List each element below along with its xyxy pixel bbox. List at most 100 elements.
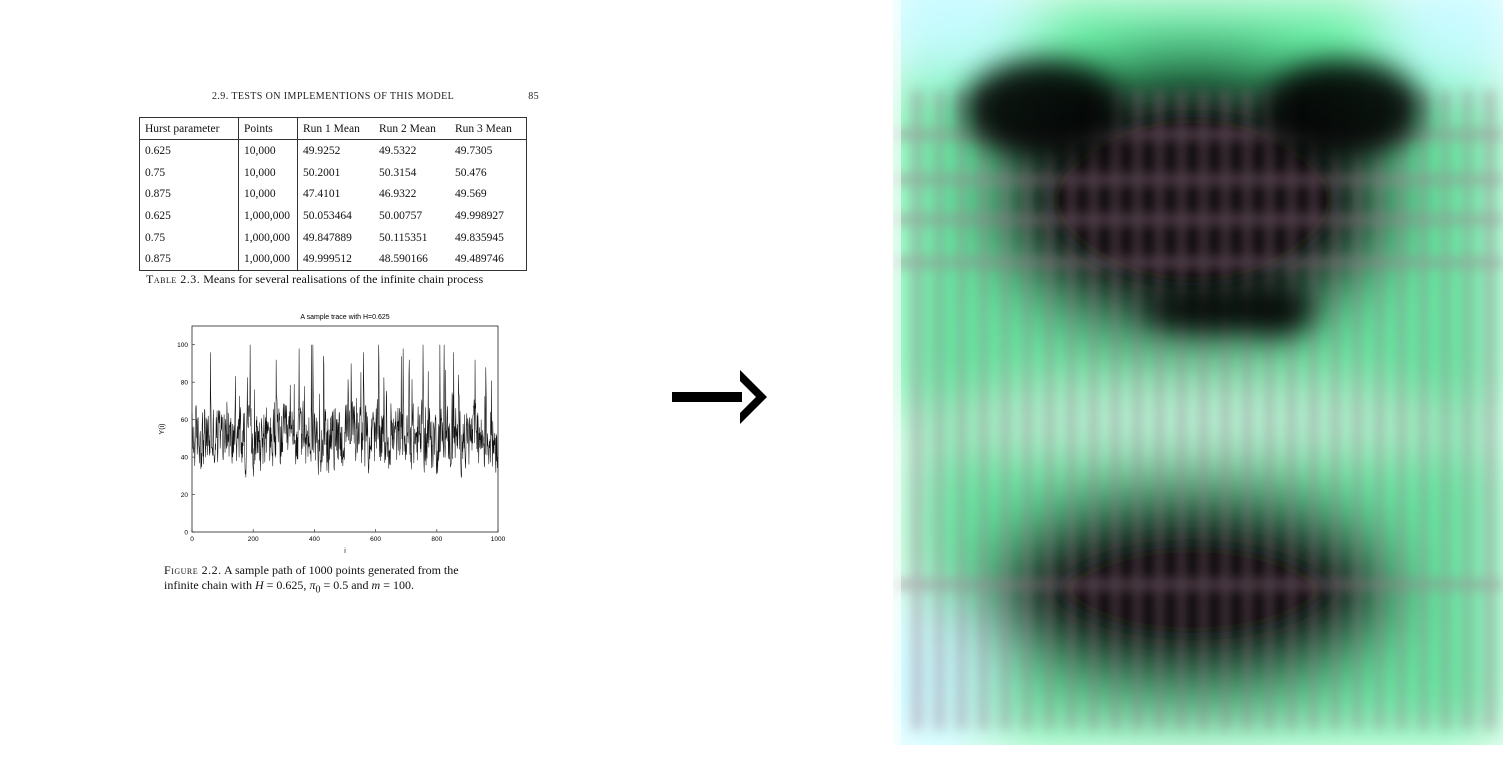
texture-stripe <box>1243 90 1252 730</box>
texture-stripe <box>1463 90 1472 730</box>
texture-band <box>893 580 1503 589</box>
table-row: 0.75 10,000 50.2001 50.3154 50.476 <box>139 161 527 184</box>
y-tick-label: 100 <box>177 342 188 349</box>
texture-stripe <box>1133 90 1142 730</box>
caption-fragment: = 100. <box>380 578 414 592</box>
figure-caption-line-2: infinite chain with H = 0.625, π0 = 0.5 … <box>164 578 509 597</box>
caption-symbol-m: m <box>371 578 381 592</box>
texture-stripe <box>1265 90 1274 730</box>
figure-caption-text-1: A sample path of 1000 points generated f… <box>223 563 459 577</box>
texture-stripe <box>935 90 944 730</box>
caption-fragment: = 0.625, <box>263 578 310 592</box>
table-cell: 1,000,000 <box>238 248 298 271</box>
table-cell: 50.476 <box>455 166 487 179</box>
texture-stripe <box>1089 90 1098 730</box>
y-tick-label: 80 <box>181 379 189 386</box>
table-cell: 1,000,000 <box>238 226 298 249</box>
caption-fragment: infinite chain with <box>164 578 255 592</box>
table-row: 0.625 10,000 49.9252 49.5322 49.7305 <box>139 139 527 162</box>
y-tick-label: 20 <box>181 492 189 499</box>
table-cell: 49.998927 <box>455 209 504 222</box>
y-tick-label: 60 <box>181 417 189 424</box>
texture-stripe <box>1397 90 1406 730</box>
right-arrow-icon <box>672 370 767 424</box>
table-cell: 49.999512 <box>303 253 352 266</box>
table-cell: 49.489746 <box>455 253 504 266</box>
texture-band <box>893 215 1503 224</box>
table-cell: 10,000 <box>238 183 298 206</box>
table-cell: 50.3154 <box>379 166 417 179</box>
texture-stripe <box>1067 90 1076 730</box>
table-cell: 49.569 <box>455 188 487 201</box>
table-cell: 49.5322 <box>379 144 417 157</box>
y-tick-label: 0 <box>184 529 188 536</box>
table-header-cell: Run 3 Mean <box>450 117 527 140</box>
texture-band <box>893 258 1503 267</box>
texture-stripe <box>1309 90 1318 730</box>
texture-stripe <box>1045 90 1054 730</box>
table-cell: 1,000,000 <box>238 205 298 227</box>
texture-stripe <box>913 90 922 730</box>
texture-stripe <box>1155 90 1164 730</box>
figure-caption-label: Figure 2.2. <box>164 563 222 577</box>
table-cell: 0.875 <box>139 183 239 206</box>
texture-stripe <box>979 90 988 730</box>
texture-stripe <box>1199 90 1208 730</box>
chart-title: A sample trace with H=0.625 <box>300 314 389 321</box>
texture-stripe <box>1111 90 1120 730</box>
x-tick-label: 800 <box>431 536 442 543</box>
texture-stripe <box>1331 90 1340 730</box>
table-cell: 0.625 <box>139 139 239 162</box>
table-header-row: Hurst parameter Points Run 1 Mean Run 2 … <box>139 117 527 140</box>
sample-trace-chart: A sample trace with H=0.625 0 200 400 600 80… <box>159 314 506 555</box>
x-tick-label: 400 <box>309 536 320 543</box>
means-table: Hurst parameter Points Run 1 Mean Run 2 … <box>139 117 527 272</box>
table-cell: 49.847889 <box>303 231 352 244</box>
table-cell: 0.75 <box>139 161 239 184</box>
table-header-cell: Points <box>238 117 298 140</box>
blurred-render-image <box>893 0 1503 779</box>
x-tick-label: 600 <box>370 536 381 543</box>
x-axis-label: i <box>344 548 346 555</box>
table-cell: 48.590166 <box>379 253 428 266</box>
texture-stripe <box>1001 90 1010 730</box>
texture-band <box>893 175 1503 184</box>
table-cell: 50.115351 <box>379 231 428 244</box>
series-line <box>191 344 498 478</box>
page-number: 85 <box>528 91 539 102</box>
running-header: 2.9. TESTS ON IMPLEMENTIONS OF THIS MODE… <box>212 91 539 102</box>
table-cell: 10,000 <box>238 161 298 184</box>
y-axis-label: Y(i) <box>159 424 166 435</box>
texture-stripe <box>1221 90 1230 730</box>
texture-stripe <box>1441 90 1450 730</box>
texture-stripe <box>1419 90 1428 730</box>
table-cell: 50.00757 <box>379 209 423 222</box>
figure-caption: Figure 2.2. A sample path of 1000 points… <box>164 563 509 597</box>
table-cell: 49.7305 <box>455 144 493 157</box>
table-cell: 50.2001 <box>303 166 341 179</box>
table-row: 0.875 10,000 47.4101 46.9322 49.569 <box>139 183 527 206</box>
table-cell: 46.9322 <box>379 188 417 201</box>
x-tick-label: 0 <box>190 536 194 543</box>
blurred-render-svg <box>893 0 1503 779</box>
texture-stripe <box>1177 90 1186 730</box>
table-cell: 49.835945 <box>455 231 504 244</box>
table-row: 0.75 1,000,000 49.847889 50.115351 49.83… <box>139 226 527 249</box>
x-tick-label: 1000 <box>491 536 506 543</box>
x-tick-label: 200 <box>248 536 259 543</box>
table-cell: 0.875 <box>139 248 239 271</box>
table-header-cell: Run 1 Mean <box>297 117 374 140</box>
table-caption-label: Table 2.3. <box>146 272 201 286</box>
texture-stripe <box>1023 90 1032 730</box>
texture-stripe <box>1353 90 1362 730</box>
texture-stripe <box>1485 90 1494 730</box>
table-cell: 50.053464 <box>303 209 352 222</box>
table-cell: 0.75 <box>139 226 239 249</box>
running-head-title: 2.9. TESTS ON IMPLEMENTIONS OF THIS MODE… <box>212 91 455 102</box>
table-caption-text: Means for several realisations of the in… <box>203 272 484 286</box>
table-cell: 47.4101 <box>303 188 341 201</box>
y-tick-label: 40 <box>181 454 189 461</box>
table-row: 0.625 1,000,000 50.053464 50.00757 49.99… <box>139 205 527 227</box>
caption-symbol-h: H <box>254 578 264 592</box>
figure-caption-line-1: Figure 2.2. A sample path of 1000 points… <box>164 563 509 578</box>
